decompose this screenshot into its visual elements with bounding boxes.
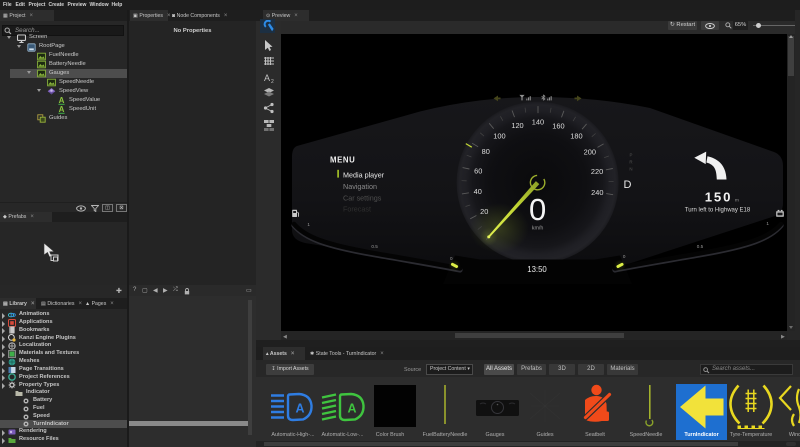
svg-text:MENU: MENU — [330, 156, 355, 165]
svg-text:A: A — [59, 96, 65, 105]
svg-text:60: 60 — [474, 166, 482, 175]
svg-text:Navigation: Navigation — [343, 182, 377, 191]
svg-text:Forecast: Forecast — [343, 205, 371, 214]
svg-text:160: 160 — [552, 121, 564, 130]
svg-text:Car settings: Car settings — [343, 193, 382, 202]
svg-text:13:50: 13:50 — [527, 265, 547, 274]
svg-text:0: 0 — [623, 254, 626, 259]
svg-text:40: 40 — [474, 187, 482, 196]
svg-text:A: A — [347, 402, 356, 416]
svg-text:120: 120 — [511, 121, 523, 130]
svg-text:220: 220 — [591, 167, 603, 176]
svg-text:240: 240 — [591, 188, 603, 197]
svg-text:0.5: 0.5 — [697, 244, 704, 249]
svg-text:2: 2 — [271, 79, 274, 85]
svg-text:100: 100 — [493, 131, 505, 140]
svg-text:1: 1 — [766, 221, 769, 226]
svg-text:140: 140 — [532, 118, 544, 127]
svg-text:N: N — [629, 167, 632, 172]
svg-text:20: 20 — [480, 207, 488, 216]
svg-text:km/h: km/h — [532, 226, 544, 232]
svg-text:Turn left to Highway E18: Turn left to Highway E18 — [685, 208, 751, 214]
svg-text:D: D — [624, 179, 632, 191]
svg-text:m: m — [735, 198, 739, 203]
svg-text:200: 200 — [584, 148, 596, 157]
svg-text:180: 180 — [570, 132, 582, 141]
svg-text:A: A — [295, 402, 304, 416]
svg-text:80: 80 — [482, 147, 490, 156]
svg-text:0: 0 — [529, 192, 546, 227]
svg-text:R: R — [629, 160, 632, 165]
svg-text:A: A — [59, 105, 65, 114]
svg-text:1: 1 — [307, 222, 310, 227]
svg-text:0.5: 0.5 — [371, 244, 378, 249]
svg-text:150: 150 — [705, 190, 732, 205]
svg-text:A: A — [264, 73, 270, 83]
svg-text:P: P — [630, 153, 633, 158]
svg-text:Media player: Media player — [343, 171, 385, 180]
